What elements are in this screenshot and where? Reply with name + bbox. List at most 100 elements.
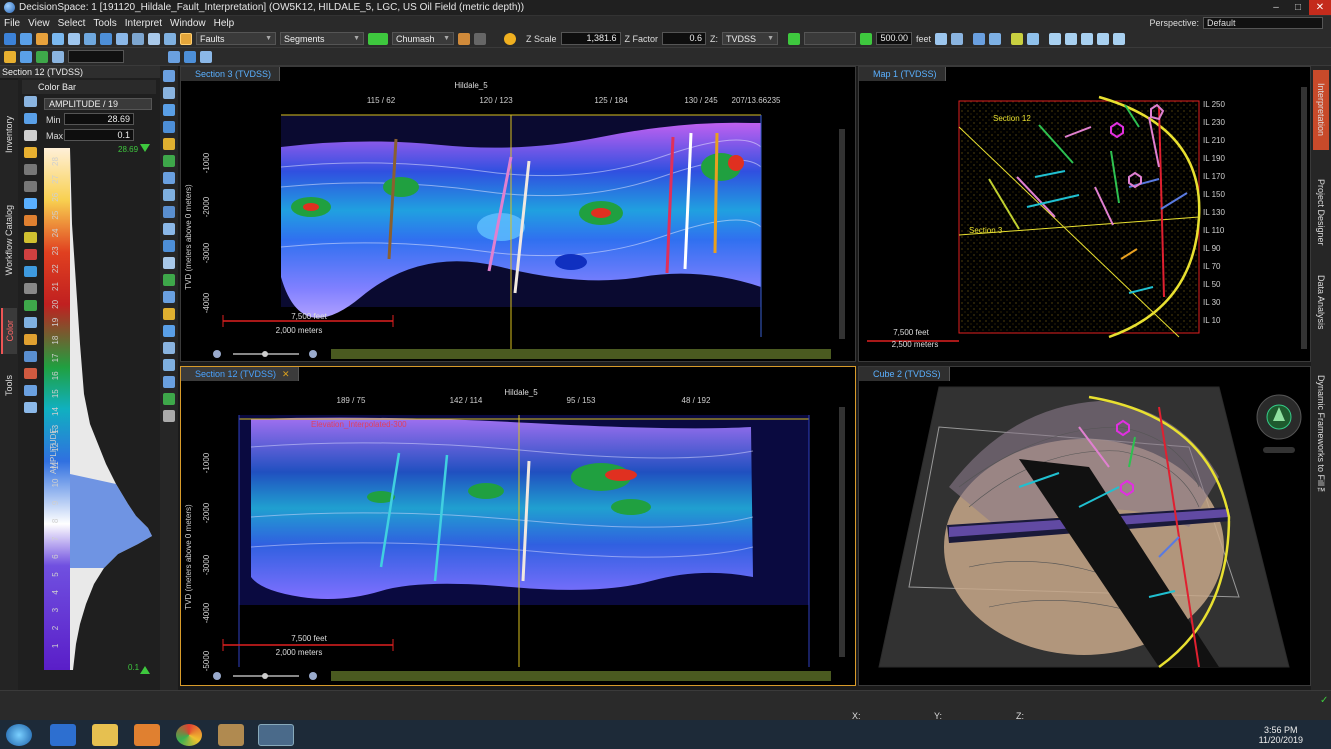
select-icon[interactable] [989,32,1002,45]
section12-view[interactable]: Section 12 (TVDSS) ✕ Hildale_5 Elevation… [180,366,856,686]
section3-zoom-in-icon[interactable] [309,350,317,358]
media-icon[interactable] [134,724,160,746]
tab-interpretation[interactable]: Interpretation [1313,70,1329,150]
menu-file[interactable]: File [0,18,24,29]
tab-workflow-catalog[interactable]: Workflow Catalog [1,185,17,295]
bottom-handle[interactable] [140,666,150,674]
max-input[interactable]: 0.1 [64,129,134,141]
pointer-icon[interactable] [1011,32,1024,45]
filter-icon[interactable] [163,376,175,388]
explorer-icon[interactable] [92,724,118,746]
top-handle[interactable] [140,144,150,152]
draw-icon[interactable] [163,291,175,303]
cube2-view[interactable]: Cube 2 (TVDSS) [858,366,1311,686]
refresh-icon[interactable] [24,113,37,124]
save-icon[interactable] [36,32,48,45]
cube2-canvas[interactable] [859,367,1310,685]
section3-canvas[interactable]: Hildale_5 115 / 62 120 / 123 125 / 184 130 … [181,67,855,361]
section3-view[interactable]: Section 3 (TVDSS) Hildale_5 115 / 62 120… [180,66,856,362]
horizon-icon[interactable] [163,223,175,235]
menu-help[interactable]: Help [210,18,239,29]
undo-icon[interactable] [458,32,470,45]
maximize-button[interactable]: □ [1287,0,1309,15]
pan-icon[interactable] [163,87,175,99]
tab-dynamic-frameworks[interactable]: Dynamic Frameworks to Fill™ [1313,366,1329,506]
tab-tools[interactable]: Tools [1,366,17,406]
sun-icon[interactable] [504,32,516,45]
tool-icon[interactable] [84,32,96,45]
menu-select[interactable]: Select [54,18,90,29]
tab-color[interactable]: Color [1,308,17,354]
map1-canvas[interactable]: IL 250 IL 230 IL 210 IL 190 IL 170 IL 150 IL 1… [859,67,1310,361]
grid-icon[interactable] [132,32,144,45]
open-icon[interactable] [20,32,32,45]
map1-scrollbar[interactable] [1301,87,1307,349]
export-icon[interactable] [163,359,175,371]
play-back-icon[interactable] [788,32,801,45]
attribute-select[interactable]: AMPLITUDE / 19 [44,98,152,110]
pick-tool-icon[interactable] [163,155,175,167]
menu-window[interactable]: Window [166,18,210,29]
decisionspace-taskbar-icon[interactable] [258,724,294,746]
z-domain-select[interactable]: TVDSS ▼ [722,32,779,45]
settings-icon[interactable] [200,50,212,63]
depth-input[interactable]: 500.00 [876,32,913,45]
tools-green-icon[interactable] [163,274,175,286]
well-icon[interactable] [163,206,175,218]
min-input[interactable]: 28.69 [64,113,134,125]
navigation-slider[interactable] [1263,447,1295,453]
chart-icon[interactable] [20,50,32,63]
map1-view[interactable]: Map 1 (TVDSS) IL 250 IL 230 IL 210 IL 190 IL… [858,66,1311,362]
tab-project-designer[interactable]: Project Designer [1313,170,1329,254]
section12-zoom-out-icon[interactable] [213,672,221,680]
list-icon[interactable] [168,50,180,63]
zoom-in-icon[interactable] [163,393,175,405]
minimize-button[interactable]: – [1265,0,1287,15]
select-tool-icon[interactable] [52,50,64,63]
section12-canvas[interactable]: Hildale_5 Elevation_Interpolated-300 189… [181,367,855,685]
toolbar-input[interactable] [68,50,124,63]
paint-icon[interactable] [218,724,244,746]
section12-zoom-slider[interactable] [262,673,268,679]
segments-select[interactable]: Segments ▼ [280,32,364,45]
fit-icon[interactable] [163,121,175,133]
measure-icon[interactable] [163,138,175,150]
arrow-icon[interactable] [100,32,112,45]
perspective-select[interactable]: Default [1203,17,1323,29]
star-icon[interactable] [4,50,16,63]
menu-tools[interactable]: Tools [89,18,120,29]
new-icon[interactable] [4,32,16,45]
faults-select[interactable]: Faults ▼ [196,32,276,45]
section12-scrollbar[interactable] [839,407,845,657]
fault-icon[interactable] [163,240,175,252]
section12-zoom-in-icon[interactable] [309,672,317,680]
menu-interpret[interactable]: Interpret [121,18,166,29]
link-views-icon[interactable] [1027,32,1040,45]
start-icon[interactable] [6,724,32,746]
slice-icon[interactable] [163,189,175,201]
copy-icon[interactable] [68,32,80,45]
sync-icon[interactable] [951,32,964,45]
window-3-icon[interactable] [1081,32,1094,45]
home-icon[interactable] [935,32,948,45]
close-button[interactable]: ✕ [1309,0,1331,15]
color-swatch-icon[interactable] [368,32,388,45]
print-icon[interactable] [52,32,64,45]
probe-icon[interactable] [163,172,175,184]
pick-icon[interactable] [36,50,48,63]
pencil-icon[interactable] [180,32,192,45]
cut-icon[interactable] [163,257,175,269]
zoom-icon[interactable] [163,70,175,82]
palette-icon[interactable] [24,130,37,141]
tab-data-analysis[interactable]: Data Analysis [1313,262,1329,342]
link-icon[interactable] [116,32,128,45]
attribute-icon[interactable] [24,96,37,107]
window-5-icon[interactable] [1113,32,1126,45]
section3-scrollbar[interactable] [839,129,845,339]
redo-icon[interactable] [474,32,486,45]
step-input[interactable] [804,32,857,45]
window-4-icon[interactable] [1097,32,1110,45]
layers-icon[interactable] [184,50,196,63]
play-forward-icon[interactable] [860,32,873,45]
section3-zoom-slider[interactable] [262,351,268,357]
